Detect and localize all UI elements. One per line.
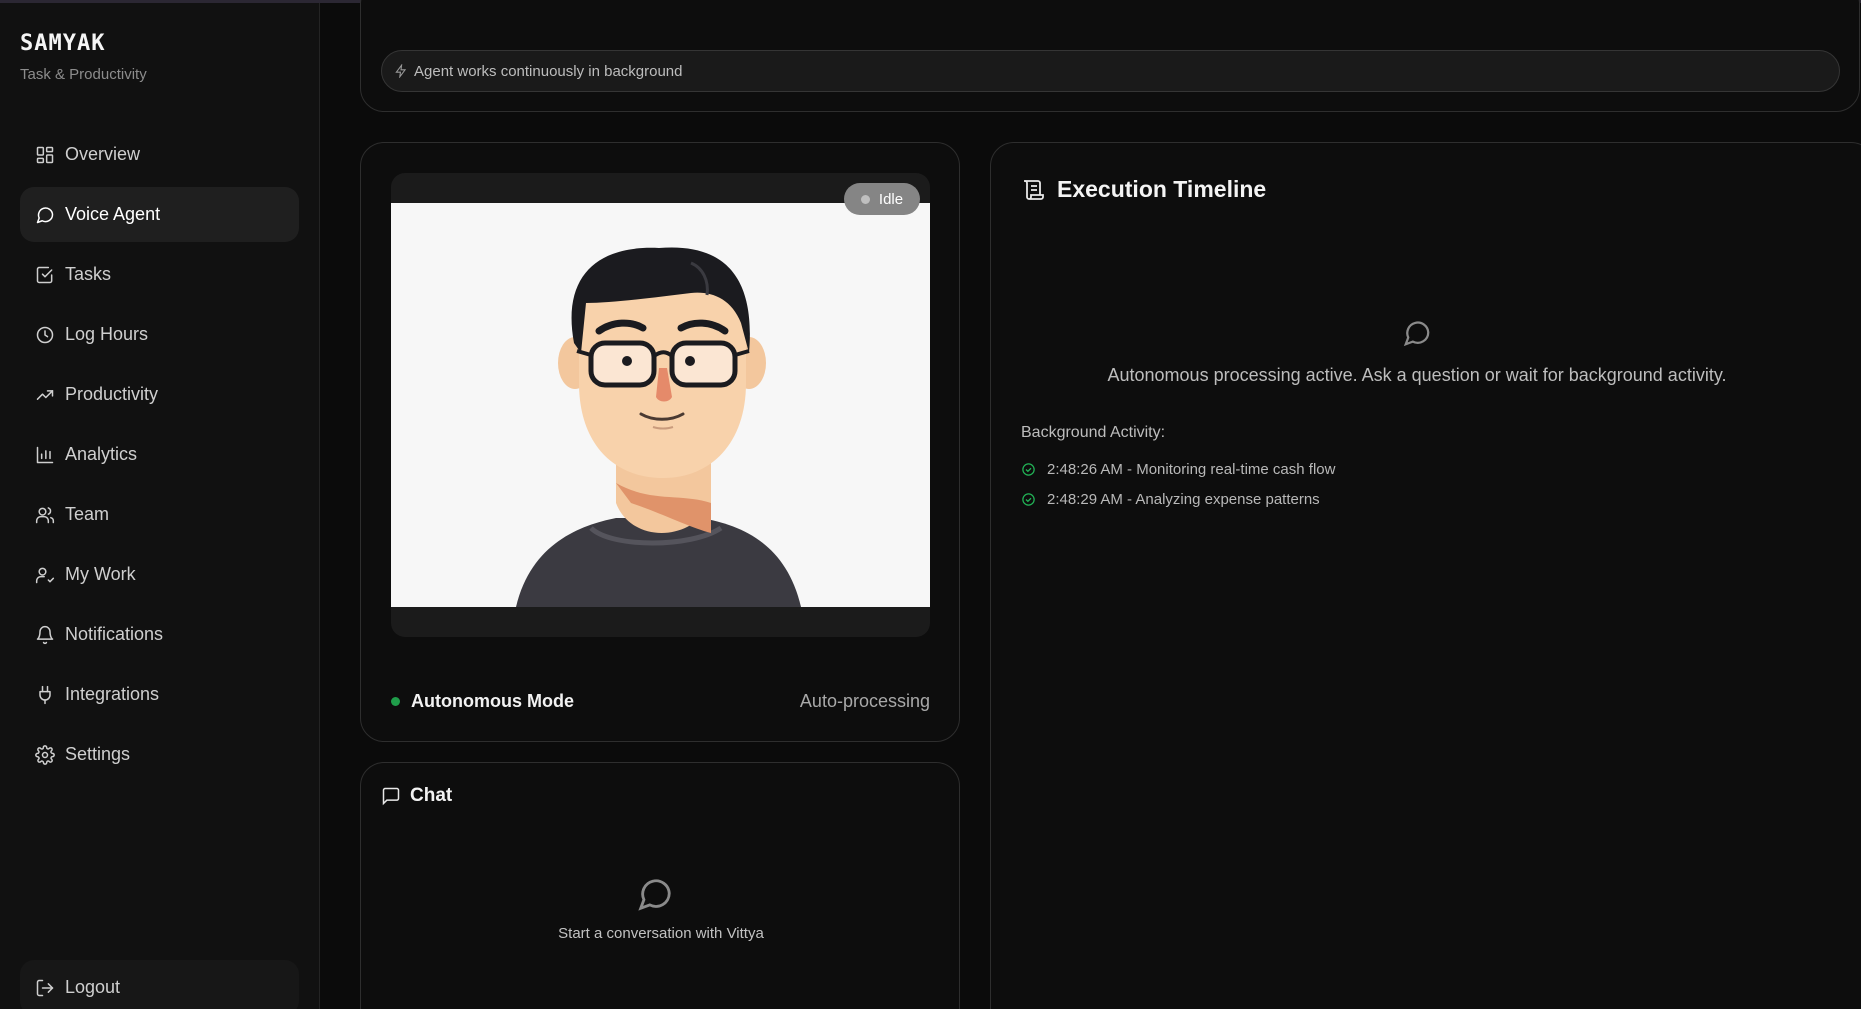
avatar-video-frame: Idle	[391, 173, 930, 637]
sidebar-item-label: Team	[65, 504, 110, 524]
sidebar-item-label: My Work	[65, 564, 136, 584]
chat-icon	[382, 787, 400, 806]
check-square-icon	[35, 265, 55, 285]
sidebar-item-log-hours[interactable]: Log Hours	[20, 307, 299, 362]
check-circle-icon	[1022, 462, 1035, 476]
bell-icon	[35, 625, 55, 645]
status-badge: Idle	[844, 183, 920, 215]
sidebar-item-label: Analytics	[65, 444, 138, 464]
mode-status-dot	[391, 697, 400, 706]
sidebar-item-my-work[interactable]: My Work	[20, 547, 299, 602]
check-circle-icon	[1022, 492, 1035, 506]
mode-row: Autonomous Mode Auto-processing	[391, 691, 930, 712]
message-circle-icon	[1402, 318, 1432, 348]
brand-title: SAMYAK	[20, 31, 106, 56]
chat-empty-text: Start a conversation with Vittya	[558, 925, 764, 942]
chat-title: Chat	[410, 785, 453, 806]
chat-header: Chat	[381, 785, 452, 807]
sidebar-item-label: Productivity	[65, 384, 159, 404]
users-icon	[35, 505, 55, 525]
mode-label: Autonomous Mode	[411, 691, 574, 711]
grid-icon	[35, 145, 55, 165]
list-item: 2:48:26 AM - Monitoring real-time cash f…	[1021, 454, 1335, 484]
activity-text: 2:48:26 AM - Monitoring real-time cash f…	[1047, 460, 1336, 478]
user-check-icon	[35, 565, 55, 585]
status-badge-label: Idle	[878, 190, 904, 208]
status-card: Agent works continuously in background	[360, 0, 1860, 112]
list-item: 2:48:29 AM - Analyzing expense patterns	[1021, 484, 1335, 514]
avatar-illustration	[516, 247, 801, 607]
autonomous-mode-indicator: Autonomous Mode	[391, 691, 574, 712]
sidebar-item-label: Log Hours	[65, 324, 149, 344]
timeline-title: Execution Timeline	[1057, 176, 1267, 202]
sidebar-item-productivity[interactable]: Productivity	[20, 367, 299, 422]
gear-icon	[35, 744, 55, 765]
message-circle-icon	[35, 205, 55, 225]
sidebar-item-label: Tasks	[65, 264, 112, 284]
timeline-empty-text: Autonomous processing active. Ask a ques…	[1107, 365, 1727, 385]
sidebar-item-analytics[interactable]: Analytics	[20, 427, 299, 482]
sidebar-item-label: Notifications	[65, 624, 164, 644]
sidebar-item-notifications[interactable]: Notifications	[20, 607, 299, 662]
brand-subtitle: Task & Productivity	[20, 66, 147, 83]
logout-label: Logout	[65, 977, 121, 997]
sidebar-item-team[interactable]: Team	[20, 487, 299, 542]
background-status-pill: Agent works continuously in background	[381, 50, 1840, 92]
sidebar-item-label: Overview	[65, 144, 141, 164]
sidebar-item-tasks[interactable]: Tasks	[20, 247, 299, 302]
logout-button[interactable]: Logout	[20, 960, 299, 1009]
lightning-icon	[395, 64, 407, 78]
sidebar: SAMYAK Task & Productivity Overview Voic…	[0, 3, 320, 1009]
background-activity-label: Background Activity:	[1021, 424, 1166, 441]
activity-text: 2:48:29 AM - Analyzing expense patterns	[1047, 490, 1320, 508]
message-circle-icon	[636, 875, 674, 913]
brand: SAMYAK Task & Productivity	[20, 31, 147, 83]
background-activity-list: 2:48:26 AM - Monitoring real-time cash f…	[1021, 454, 1335, 514]
sidebar-item-label: Integrations	[65, 684, 160, 704]
avatar-card: Idle Autonomous Mode Auto-processing	[360, 142, 960, 742]
sidebar-nav: Overview Voice Agent Tasks Log Hours Pro…	[20, 127, 299, 787]
sidebar-item-label: Voice Agent	[65, 204, 161, 224]
sidebar-item-voice-agent[interactable]: Voice Agent	[20, 187, 299, 242]
trending-up-icon	[35, 385, 55, 405]
background-status-text: Agent works continuously in background	[414, 62, 683, 80]
status-dot	[860, 194, 870, 204]
chat-card: Chat Start a conversation with Vittya	[360, 762, 960, 1009]
bar-chart-icon	[35, 445, 55, 465]
sidebar-item-overview[interactable]: Overview	[20, 127, 299, 182]
avatar-image-area	[391, 203, 930, 607]
sidebar-item-settings[interactable]: Settings	[20, 727, 299, 782]
plug-icon	[35, 685, 55, 705]
clock-icon	[35, 325, 55, 345]
mode-status-text: Auto-processing	[799, 691, 930, 711]
execution-timeline-card: Execution Timeline Autonomous processing…	[990, 142, 1861, 1009]
sidebar-item-label: Settings	[65, 744, 131, 764]
timeline-header: Execution Timeline	[1021, 176, 1266, 203]
sidebar-item-integrations[interactable]: Integrations	[20, 667, 299, 722]
logout-icon	[35, 978, 55, 998]
scroll-icon	[1024, 179, 1044, 200]
